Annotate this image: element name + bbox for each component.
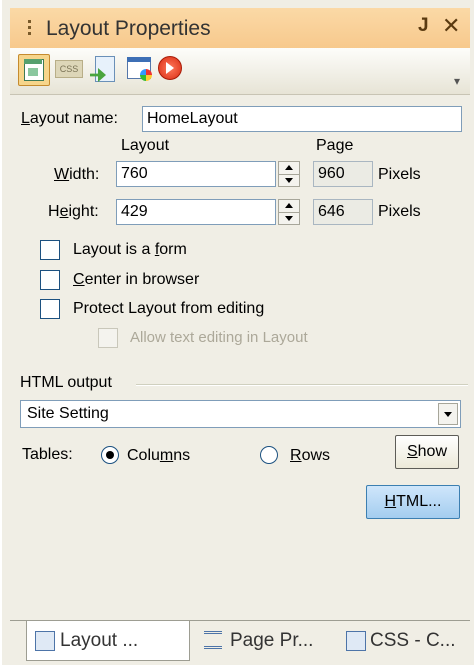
height-spinner[interactable] [278, 199, 300, 225]
center-in-browser-label[interactable]: Center in browser [73, 271, 199, 289]
allow-text-editing-label: Allow text editing in Layout [130, 329, 308, 346]
height-unit-label: Pixels [378, 203, 421, 220]
tab-page-properties-label: Page Pr... [230, 630, 314, 651]
layout-is-form-label[interactable]: Layout is a form [73, 241, 187, 259]
allow-text-editing-checkbox [98, 328, 118, 348]
width-spinner[interactable] [278, 161, 300, 187]
layout-tab-icon [35, 631, 55, 651]
tab-css-label: CSS - C... [370, 630, 456, 651]
panel-title: Layout Properties [46, 17, 211, 40]
tab-layout[interactable]: Layout ... [26, 621, 190, 661]
columns-radio[interactable] [101, 446, 119, 464]
rows-radio-label[interactable]: Rows [290, 447, 330, 465]
tab-page-properties[interactable]: Page Pr... [200, 621, 340, 661]
layout-properties-icon[interactable] [18, 54, 50, 86]
toolbar: CSS ▾ [10, 48, 470, 95]
close-icon[interactable]: ✕ [442, 13, 460, 39]
width-page-value: 960 [313, 161, 373, 187]
layout-column-header: Layout [121, 137, 170, 154]
tab-layout-label: Layout ... [60, 630, 139, 651]
columns-radio-label[interactable]: Columns [127, 447, 190, 465]
layout-properties-panel: Layout Properties J ✕ CSS ▾ Layout name:… [2, 0, 474, 665]
page-properties-tab-icon [204, 631, 222, 649]
export-icon[interactable] [90, 54, 120, 84]
width-label: Width: [54, 166, 100, 183]
html-output-select[interactable]: Site Setting [20, 400, 461, 428]
drag-grip-icon[interactable] [28, 20, 32, 38]
css-tab-icon [346, 631, 366, 651]
center-in-browser-checkbox[interactable] [40, 270, 60, 290]
panel-title-bar[interactable]: Layout Properties J ✕ [10, 8, 470, 49]
group-divider [136, 384, 468, 386]
pin-icon[interactable]: J [418, 15, 429, 37]
tab-css[interactable]: CSS - C... [344, 621, 470, 661]
html-button[interactable]: HTML... [366, 485, 460, 519]
height-layout-input[interactable]: 429 [116, 199, 276, 225]
preview-icon[interactable] [156, 54, 186, 84]
toolbar-overflow-icon[interactable]: ▾ [454, 74, 460, 88]
height-label: Height: [48, 203, 99, 220]
css-icon-label: CSS [55, 60, 83, 78]
layout-name-input[interactable]: HomeLayout [142, 106, 462, 132]
width-layout-input[interactable]: 760 [116, 161, 276, 187]
show-button[interactable]: Show [395, 435, 459, 469]
page-style-icon[interactable] [124, 54, 154, 84]
properties-content: Layout name: HomeLayout Layout Page Widt… [10, 95, 470, 619]
protect-layout-checkbox[interactable] [40, 299, 60, 319]
protect-layout-label[interactable]: Protect Layout from editing [73, 300, 264, 318]
rows-radio[interactable] [260, 446, 278, 464]
html-output-select-value: Site Setting [27, 405, 109, 422]
spin-down-icon[interactable] [279, 174, 299, 186]
panel-tabs: Layout ... Page Pr... CSS - C... [10, 620, 470, 665]
tables-label: Tables: [22, 446, 73, 463]
layout-is-form-checkbox[interactable] [40, 240, 60, 260]
css-icon[interactable]: CSS [54, 54, 84, 84]
chevron-down-icon[interactable] [438, 403, 458, 425]
layout-name-label: Layout name: [21, 110, 118, 127]
page-column-header: Page [316, 137, 354, 154]
width-unit-label: Pixels [378, 166, 421, 183]
html-output-group-label: HTML output [20, 374, 112, 391]
height-page-value: 646 [313, 199, 373, 225]
spin-down-icon[interactable] [279, 212, 299, 224]
